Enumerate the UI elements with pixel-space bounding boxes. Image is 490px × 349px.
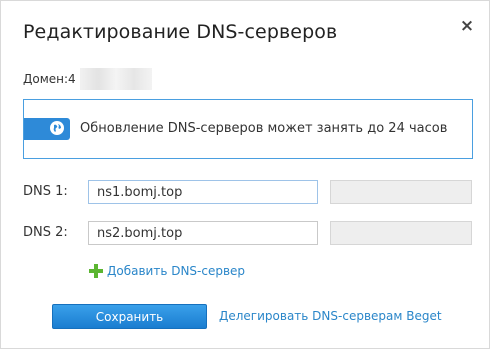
close-icon[interactable]: × xyxy=(459,18,475,35)
domain-row: Домен: 4 xyxy=(23,68,152,90)
globe-icon xyxy=(50,121,64,135)
dns2-label: DNS 2: xyxy=(23,225,68,240)
edit-dns-dialog: Редактирование DNS-серверов × Домен: 4 О… xyxy=(0,0,490,349)
domain-value: 4 xyxy=(68,72,76,86)
dns1-ip-field xyxy=(330,180,472,204)
notice-text: Обновление DNS-серверов может занять до … xyxy=(80,121,448,136)
domain-label: Домен: xyxy=(23,72,69,86)
domain-redacted xyxy=(79,68,152,90)
dns2-input[interactable] xyxy=(88,221,318,245)
info-notice: Обновление DNS-серверов может занять до … xyxy=(23,99,473,159)
add-dns-server-label: Добавить DNS-сервер xyxy=(107,264,246,278)
dns1-label: DNS 1: xyxy=(23,184,68,199)
notice-tab xyxy=(24,118,70,140)
save-button[interactable]: Сохранить xyxy=(52,304,207,329)
dns2-ip-field xyxy=(330,221,472,245)
add-dns-server-link[interactable]: Добавить DNS-сервер xyxy=(89,264,245,278)
delegate-dns-link[interactable]: Делегировать DNS-серверам Beget xyxy=(219,309,442,323)
plus-icon xyxy=(89,264,103,278)
dns1-input[interactable] xyxy=(88,180,318,204)
dialog-title: Редактирование DNS-серверов xyxy=(23,21,338,43)
